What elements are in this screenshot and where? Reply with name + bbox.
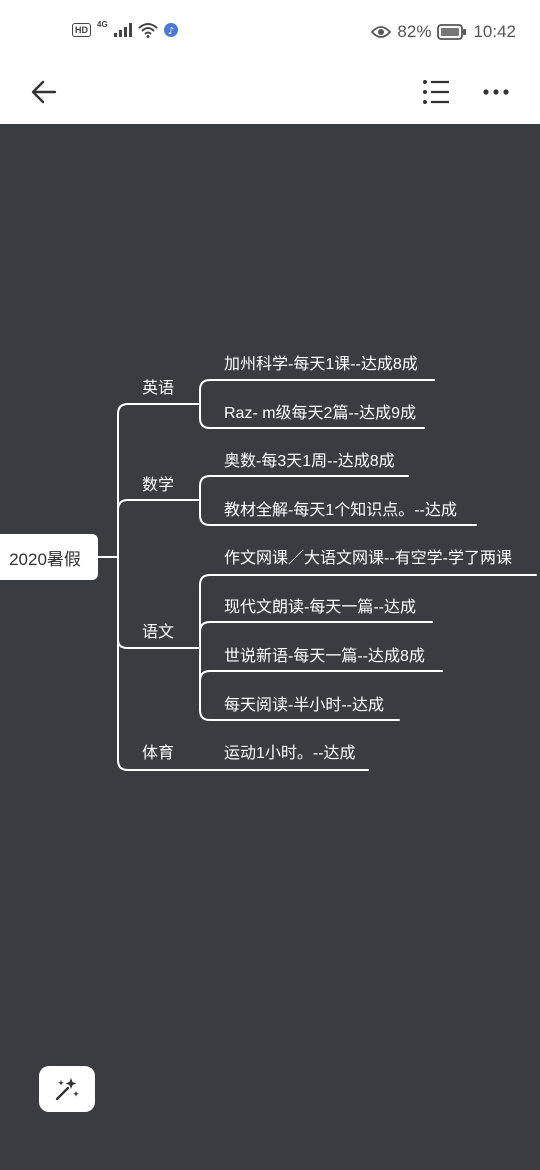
leaf-node[interactable]: 世说新语-每天一篇--达成8成 (224, 642, 425, 666)
mindmap-connectors (97, 379, 537, 771)
mindmap-root-node[interactable]: 2020暑假 (0, 534, 98, 580)
magic-wand-icon (55, 1078, 79, 1101)
leaf-node[interactable]: 现代文朗读-每天一篇--达成 (224, 593, 416, 617)
leaf-node[interactable]: 运动1小时。--达成 (224, 739, 356, 763)
leaf-node[interactable]: 作文网课／大语文网课--有空学-学了两课 (224, 544, 512, 568)
leaf-node[interactable]: Raz- m级每天2篇--达成9成 (224, 399, 416, 423)
leaf-node[interactable]: 奥数-每3天1周--达成8成 (224, 447, 395, 471)
leaf-node[interactable]: 加州科学-每天1课--达成8成 (224, 350, 418, 374)
branch-chinese[interactable]: 语文 (142, 618, 174, 642)
leaf-node[interactable]: 每天阅读-半小时--达成 (224, 691, 384, 715)
leaf-node[interactable]: 教材全解-每天1个知识点。--达成 (224, 496, 457, 520)
branch-pe[interactable]: 体育 (142, 739, 174, 763)
branch-english[interactable]: 英语 (142, 374, 174, 398)
magic-button[interactable] (39, 1066, 95, 1112)
branch-math[interactable]: 数学 (142, 471, 174, 495)
